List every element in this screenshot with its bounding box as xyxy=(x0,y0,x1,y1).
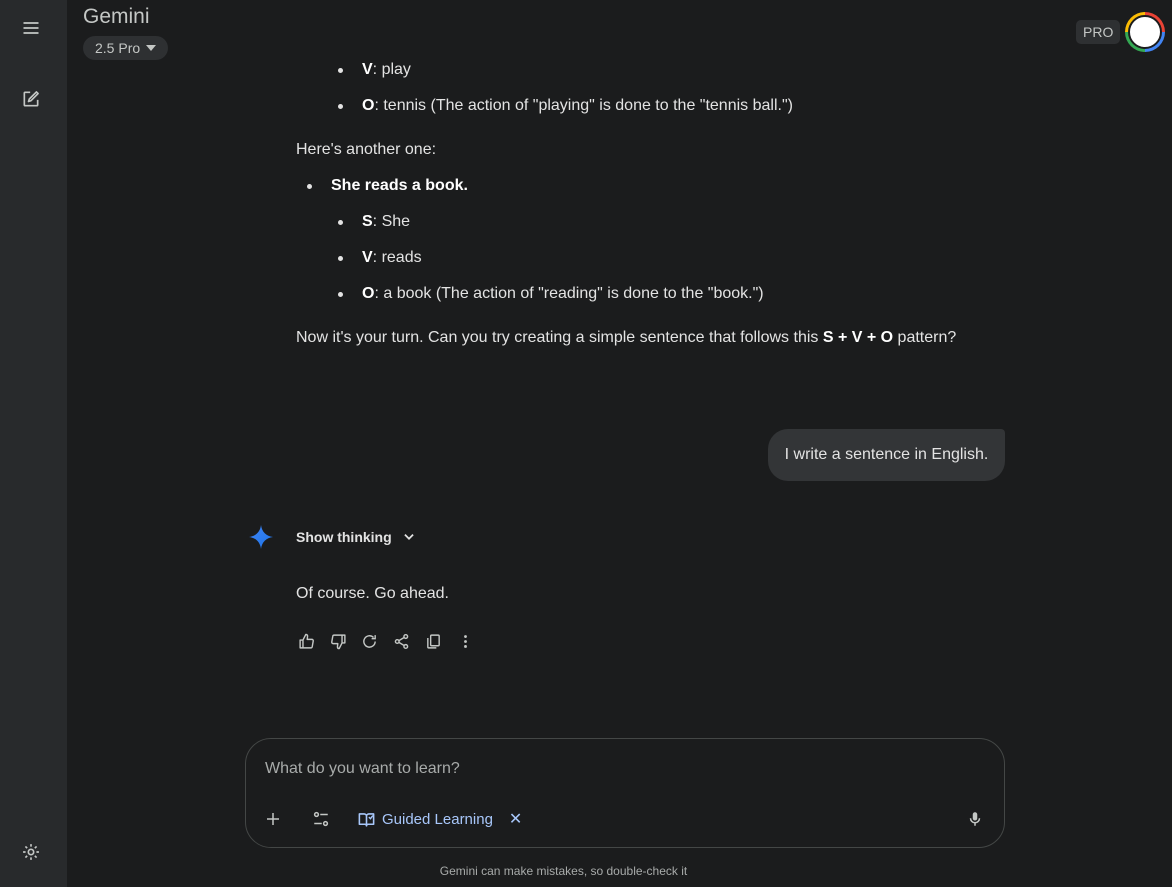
bullet xyxy=(307,184,312,189)
guided-learning-chip[interactable]: Guided Learning ✕ xyxy=(357,807,522,831)
list-item: O: a book (The action of "reading" is do… xyxy=(362,285,764,302)
menu-icon xyxy=(23,22,39,34)
paragraph: Now it's your turn. Can you try creating… xyxy=(296,329,957,346)
plus-icon xyxy=(267,813,279,825)
prompt-box: Guided Learning ✕ xyxy=(245,738,1005,848)
regenerate-button[interactable] xyxy=(359,631,379,651)
user-message: I write a sentence in English. xyxy=(768,429,1005,481)
microphone-button[interactable] xyxy=(963,807,987,831)
new-chat-icon xyxy=(23,91,39,107)
thumbs-up-icon xyxy=(298,633,314,649)
close-icon[interactable]: ✕ xyxy=(509,809,522,829)
guided-learning-label: Guided Learning xyxy=(382,810,493,828)
sidebar xyxy=(0,0,67,887)
pro-badge: PRO xyxy=(1076,20,1121,44)
model-reply: Of course. Go ahead. xyxy=(296,585,449,602)
regenerate-icon xyxy=(362,634,376,648)
disclaimer: Gemini can make mistakes, so double-chec… xyxy=(439,864,688,878)
model-selector[interactable]: 2.5 Pro xyxy=(83,36,169,60)
thumbs-up-button[interactable] xyxy=(296,631,316,651)
prompt-input[interactable] xyxy=(265,757,965,781)
book-icon xyxy=(358,812,375,827)
thumbs-down-icon xyxy=(330,633,346,649)
more-icon xyxy=(463,634,467,648)
share-button[interactable] xyxy=(391,631,411,651)
avatar[interactable] xyxy=(1125,12,1165,52)
caret-down-icon xyxy=(146,45,157,51)
list-item: V: reads xyxy=(362,249,422,266)
add-button[interactable] xyxy=(261,807,285,831)
paragraph: Here's another one: xyxy=(296,141,437,158)
chevron-down-icon xyxy=(403,534,414,540)
bullet xyxy=(338,68,343,73)
gemini-star-icon xyxy=(249,525,273,549)
settings-icon xyxy=(23,844,39,860)
bullet xyxy=(338,220,343,225)
more-options-button[interactable] xyxy=(455,631,475,651)
thumbs-down-button[interactable] xyxy=(328,631,348,651)
list-item: V: play xyxy=(362,61,411,78)
list-item: O: tennis (The action of "playing" is do… xyxy=(362,97,793,114)
bullet xyxy=(338,256,343,261)
example-sentence: She reads a book. xyxy=(331,177,468,194)
app-title: Gemini xyxy=(83,5,150,28)
microphone-icon xyxy=(969,812,981,826)
list-item: S: She xyxy=(362,213,411,230)
bullet xyxy=(338,104,343,109)
tools-button[interactable] xyxy=(309,807,333,831)
bullet xyxy=(338,292,343,297)
share-icon xyxy=(394,633,408,649)
show-thinking-label: Show thinking xyxy=(296,529,392,545)
new-chat-button[interactable] xyxy=(14,82,48,116)
tools-icon xyxy=(313,811,329,827)
show-thinking-toggle[interactable]: Show thinking xyxy=(296,527,416,547)
menu-button[interactable] xyxy=(14,11,48,45)
model-label: 2.5 Pro xyxy=(95,40,141,56)
copy-button[interactable] xyxy=(423,631,443,651)
copy-icon xyxy=(426,633,440,649)
